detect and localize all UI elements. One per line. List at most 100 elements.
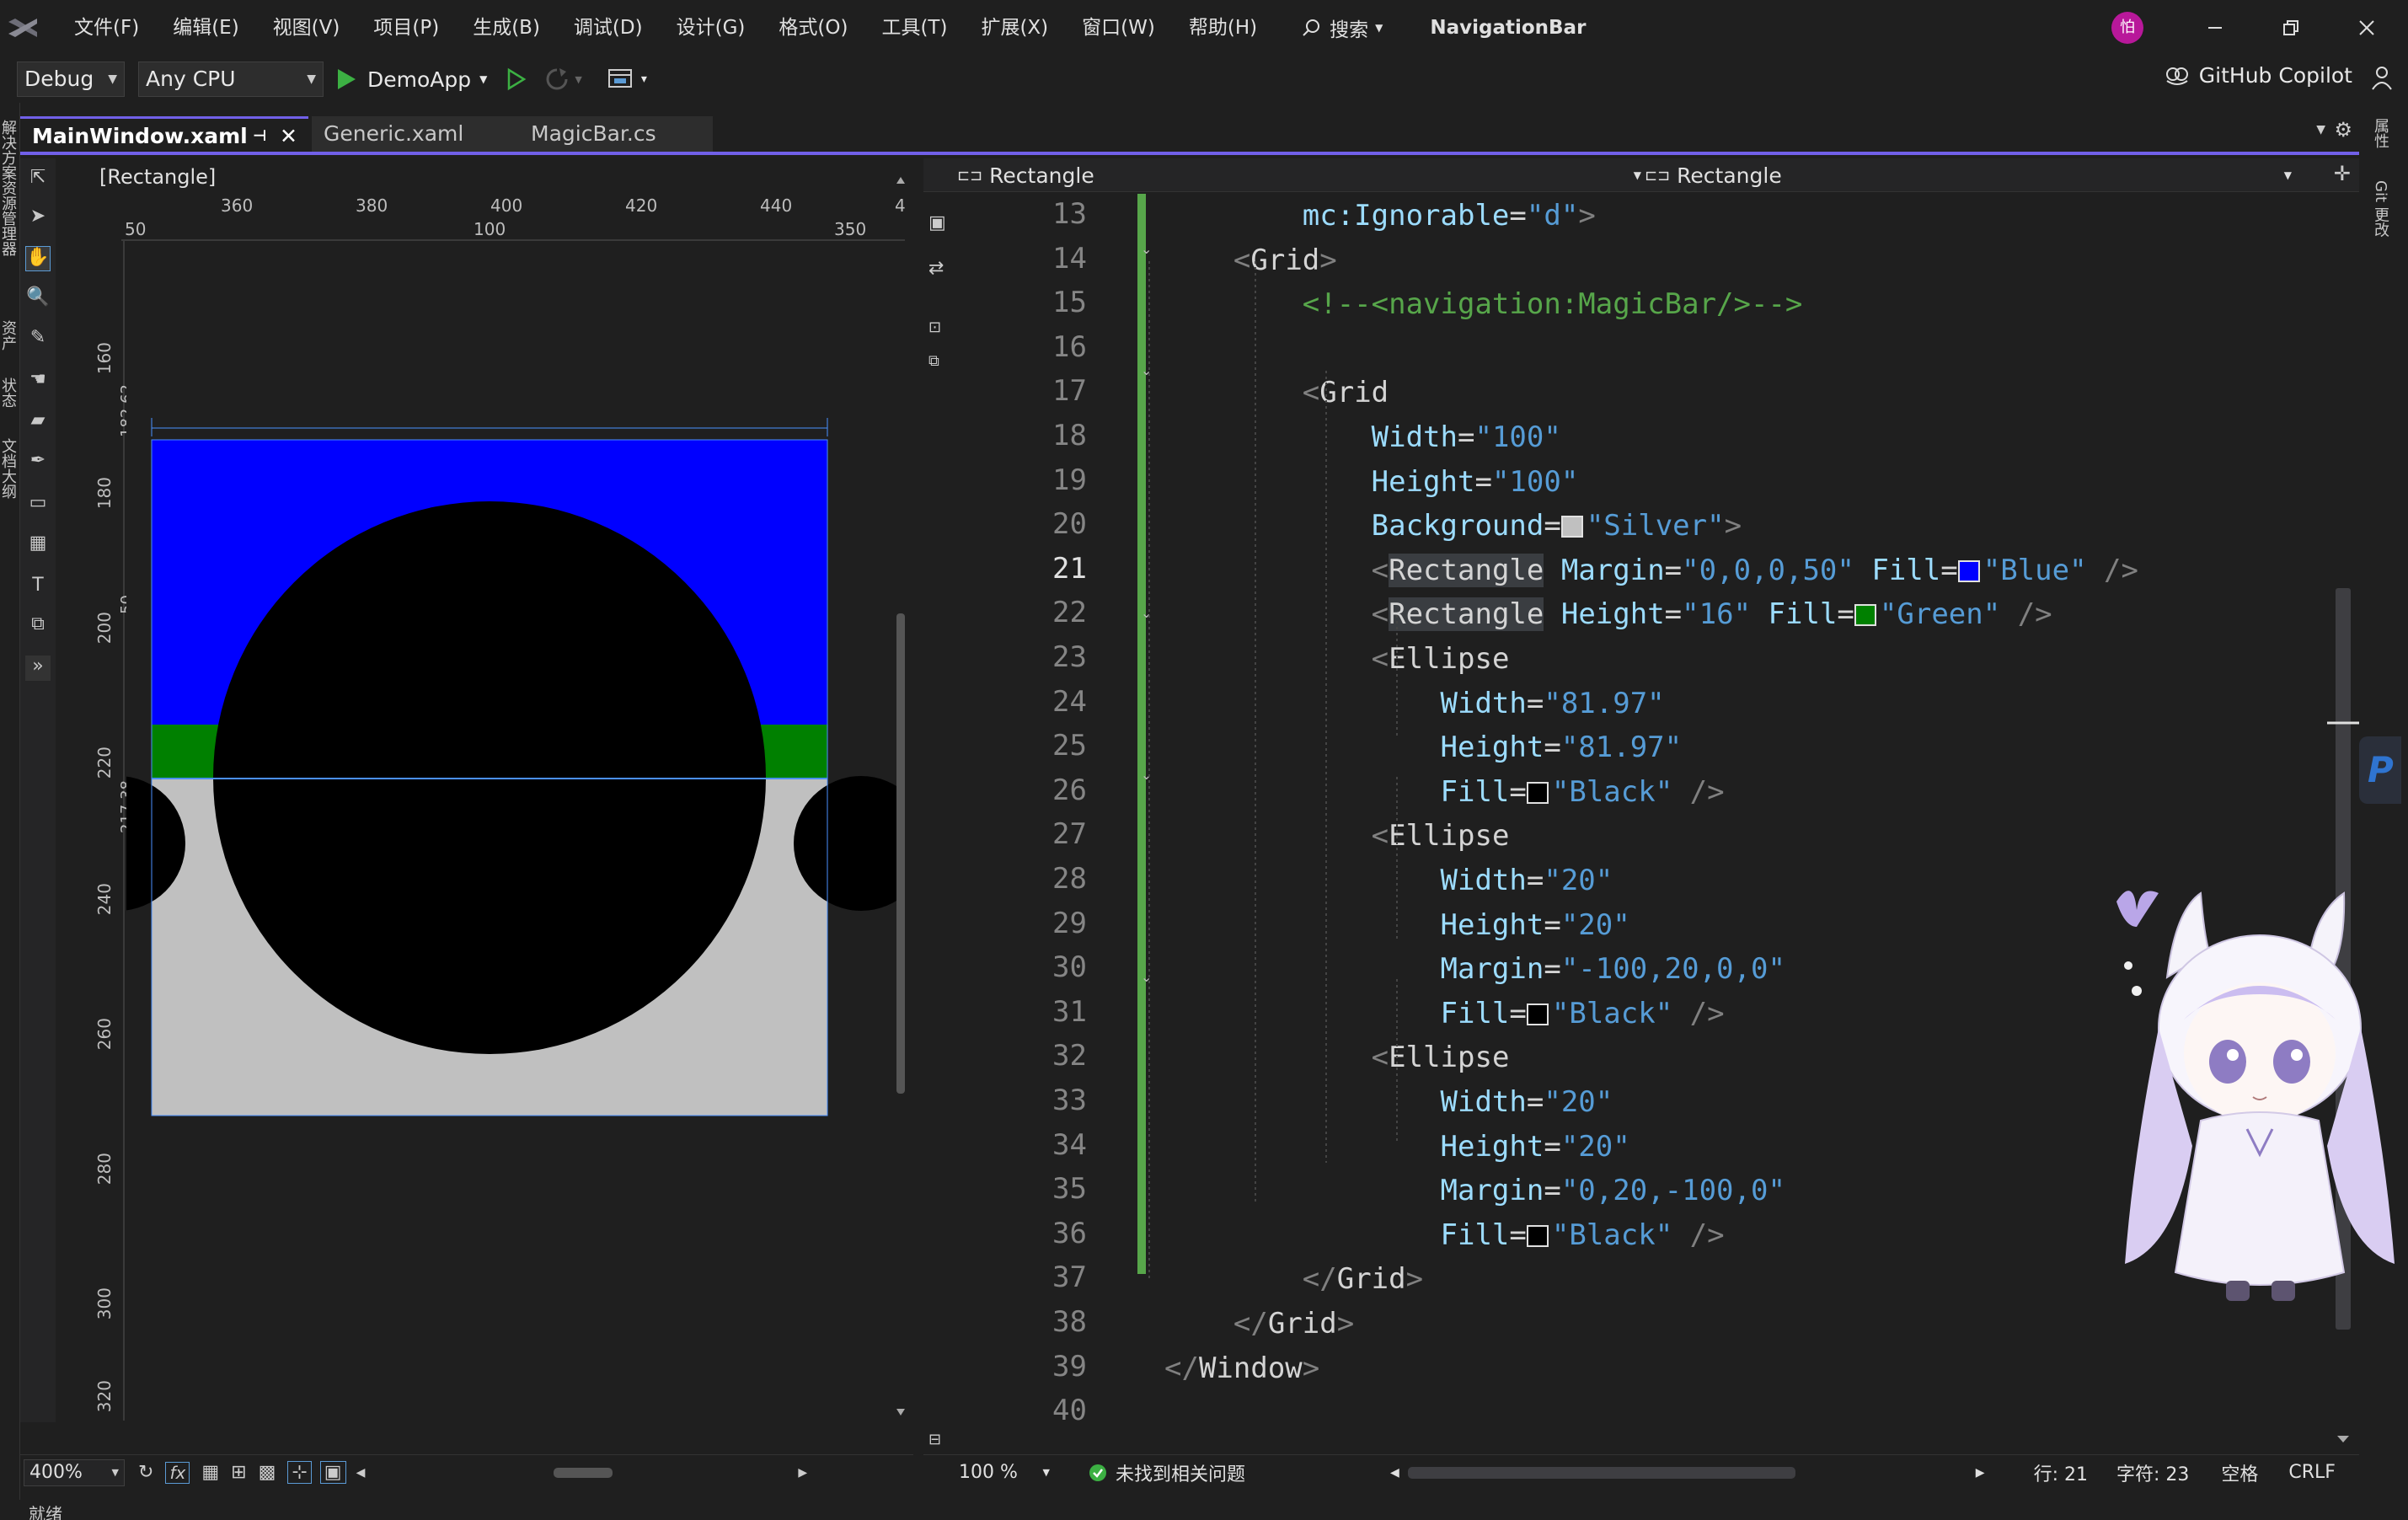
designer-vertical-scrollbar[interactable] bbox=[893, 175, 908, 1422]
editor-zoom-dropdown[interactable]: 100 % ▼ bbox=[954, 1459, 1055, 1486]
line-ending-indicator[interactable]: CRLF bbox=[2288, 1462, 2336, 1483]
swap-panes-icon[interactable]: ⇄ bbox=[928, 258, 944, 279]
line-number-gutter: 13 14 15 16 17 18 19 20 21 22 23 24 25 26 27 28 29 30 31 32… bbox=[952, 192, 1154, 1454]
effects-icon[interactable]: fx bbox=[165, 1461, 190, 1484]
rectangle-tool-icon[interactable]: ▭ bbox=[25, 492, 51, 517]
restore-button[interactable] bbox=[2253, 0, 2329, 56]
designer-zoom-dropdown[interactable]: 400% ▼ bbox=[24, 1458, 125, 1486]
tab-magicbar-cs[interactable]: MagicBar.cs bbox=[519, 116, 713, 152]
close-icon[interactable]: ✕ bbox=[280, 119, 297, 154]
tab-list-dropdown-icon[interactable]: ▼ bbox=[2316, 123, 2325, 136]
menu-item[interactable]: 设计(G) bbox=[660, 0, 763, 56]
background-icon[interactable]: ▩ bbox=[259, 1462, 276, 1483]
search-box[interactable]: 搜索 ▼ bbox=[1289, 13, 1394, 42]
github-copilot-button[interactable]: GitHub Copilot bbox=[2164, 62, 2352, 88]
line-indicator[interactable]: 行: 21 bbox=[2034, 1459, 2088, 1486]
menu-item[interactable]: 格式(O) bbox=[762, 0, 864, 56]
split-add-icon[interactable]: ✛ bbox=[2334, 162, 2351, 185]
menu-item[interactable]: 工具(T) bbox=[864, 0, 964, 56]
overflow-icon[interactable]: ▾ bbox=[641, 72, 647, 86]
refresh-icon[interactable]: ↻ bbox=[138, 1462, 153, 1483]
whitespace-indicator[interactable]: 空格 bbox=[2221, 1459, 2258, 1486]
breadcrumb[interactable]: [Rectangle] bbox=[99, 165, 216, 189]
element-dropdown-right[interactable]: ⊏⊐ Rectangle ▼ bbox=[1645, 162, 2298, 189]
start-debugging-button[interactable]: DemoApp ▼ ▼ ▾ bbox=[335, 62, 647, 97]
char-indicator[interactable]: 字符: 23 bbox=[2116, 1459, 2189, 1486]
side-tab-solution-explorer[interactable]: 解决方案资源管理器 bbox=[0, 120, 19, 256]
horizontal-split-icon[interactable]: ⊟ bbox=[928, 1431, 941, 1448]
eraser-icon[interactable]: ▰ bbox=[25, 409, 51, 435]
fold-toggle-icon[interactable]: ⌄ bbox=[1141, 241, 1152, 257]
hot-reload-icon[interactable] bbox=[544, 67, 570, 92]
config-dropdown[interactable]: Debug ▼ bbox=[17, 62, 125, 97]
vertical-split-icon[interactable]: ⊡ bbox=[928, 318, 941, 336]
chevron-down-icon: ▼ bbox=[1042, 1467, 1050, 1478]
text-tool-icon[interactable]: T bbox=[25, 575, 51, 600]
tab-mainwindow-xaml[interactable]: MainWindow.xaml ⊣ ✕ bbox=[20, 116, 308, 152]
device-preview-icon[interactable]: ▣ bbox=[319, 1461, 346, 1484]
minimize-button[interactable] bbox=[2177, 0, 2253, 56]
code-line[interactable]: </Window> bbox=[1164, 1348, 1319, 1389]
avatar[interactable]: 怕 bbox=[2111, 12, 2143, 44]
menu-item[interactable]: 窗口(W) bbox=[1065, 0, 1172, 56]
menu-item[interactable]: 调试(D) bbox=[557, 0, 660, 56]
element-dropdown-left[interactable]: ⊏⊐ Rectangle ▼ bbox=[957, 162, 1648, 189]
eyedropper-icon[interactable]: ✎ bbox=[25, 327, 51, 352]
grid-tool-icon[interactable]: ▦ bbox=[25, 533, 51, 558]
close-button[interactable] bbox=[2329, 0, 2405, 56]
ruler-label: 360 bbox=[221, 195, 254, 216]
rendered-grid[interactable] bbox=[126, 241, 903, 1421]
menu-item[interactable]: 项目(P) bbox=[356, 0, 456, 56]
grid-icon[interactable]: ▦ bbox=[201, 1462, 219, 1483]
zoom-icon[interactable]: 🔍 bbox=[25, 286, 51, 312]
hand-tool-icon[interactable]: ☚ bbox=[25, 369, 51, 394]
side-widget[interactable]: P bbox=[2359, 736, 2401, 804]
design-canvas[interactable] bbox=[126, 241, 903, 1421]
expand-toolbox-icon[interactable]: » bbox=[25, 656, 51, 681]
menu-item[interactable]: 编辑(E) bbox=[156, 0, 255, 56]
check-circle-icon bbox=[1089, 1464, 1106, 1481]
scroll-right-icon[interactable]: ▶ bbox=[798, 1466, 807, 1480]
snap-lines-icon[interactable]: ⊹ bbox=[287, 1461, 312, 1484]
controls-tool-icon[interactable]: ⧉ bbox=[25, 613, 51, 639]
scroll-right-icon[interactable]: ▶ bbox=[1976, 1466, 1985, 1480]
scroll-left-icon[interactable]: ◀ bbox=[1390, 1466, 1399, 1480]
collapse-pane-icon[interactable]: ▣ bbox=[928, 212, 946, 233]
solution-name: NavigationBar bbox=[1430, 17, 1587, 39]
pin-icon[interactable]: ⊣ bbox=[253, 119, 266, 154]
issues-label[interactable]: 未找到相关问题 bbox=[1116, 1459, 1245, 1486]
menu-item[interactable]: 扩展(X) bbox=[964, 0, 1065, 56]
snap-grid-icon[interactable]: ⊞ bbox=[231, 1462, 246, 1483]
pointer-outline-icon[interactable]: ⇱ bbox=[25, 167, 51, 192]
gear-icon[interactable]: ⚙ bbox=[2334, 118, 2352, 142]
menu-item[interactable]: 帮助(H) bbox=[1172, 0, 1274, 56]
popout-icon[interactable]: ⧉ bbox=[928, 352, 939, 370]
line-number: 40 bbox=[1052, 1394, 1087, 1428]
chevron-down-icon: ▼ bbox=[1375, 22, 1383, 34]
side-tab-states[interactable]: 状态 bbox=[0, 377, 19, 408]
side-tab-document-outline[interactable]: 文档大纲 bbox=[0, 438, 19, 499]
browser-link-icon[interactable] bbox=[607, 67, 633, 92]
menu-item[interactable]: 视图(V) bbox=[256, 0, 357, 56]
code-line[interactable]: </Grid> bbox=[1164, 1303, 1354, 1344]
pan-hand-icon[interactable]: ✋ bbox=[25, 246, 51, 271]
menu-item[interactable]: 文件(F) bbox=[57, 0, 156, 56]
scroll-left-icon[interactable]: ◀ bbox=[356, 1466, 366, 1480]
visual-studio-logo-icon[interactable] bbox=[3, 8, 42, 47]
start-without-debugging-icon[interactable] bbox=[506, 67, 527, 91]
designer-horizontal-scrollbar[interactable] bbox=[554, 1467, 613, 1478]
tab-generic-xaml[interactable]: Generic.xaml bbox=[312, 116, 532, 152]
copilot-label: GitHub Copilot bbox=[2198, 62, 2352, 88]
code-line[interactable]: mc:Ignorable="d"> bbox=[1164, 195, 1596, 236]
line-number: 22 bbox=[1052, 596, 1087, 630]
side-tab-assets[interactable]: 资产 bbox=[0, 320, 19, 351]
pen-icon[interactable]: ✒ bbox=[25, 450, 51, 475]
side-tab-properties[interactable]: 属性 bbox=[2372, 118, 2391, 148]
code-horizontal-scrollbar[interactable] bbox=[1407, 1466, 1795, 1479]
platform-dropdown[interactable]: Any CPU ▼ bbox=[138, 62, 324, 97]
feedback-icon[interactable] bbox=[2369, 64, 2395, 93]
side-tab-git-changes[interactable]: Git 更改 bbox=[2372, 180, 2391, 238]
select-arrow-icon[interactable]: ➤ bbox=[25, 206, 51, 231]
menu-item[interactable]: 生成(B) bbox=[456, 0, 557, 56]
search-label: 搜索 bbox=[1330, 19, 1369, 41]
